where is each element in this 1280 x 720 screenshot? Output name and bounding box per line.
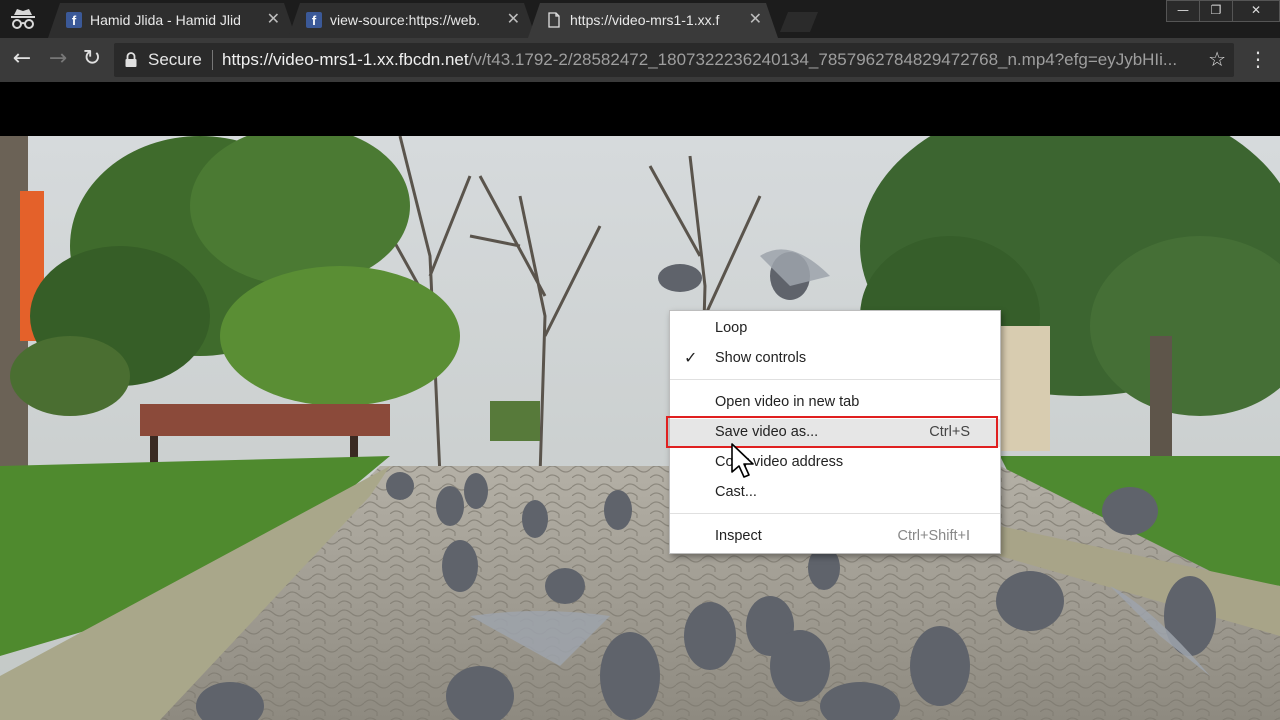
- menu-item-copy-video-address[interactable]: Copy video address: [670, 449, 1000, 477]
- close-window-icon[interactable]: ✕: [1232, 0, 1280, 22]
- restore-icon[interactable]: ❐: [1199, 0, 1233, 22]
- back-arrow-icon[interactable]: ←: [8, 46, 36, 74]
- address-separator: [212, 50, 213, 70]
- document-icon: [548, 12, 560, 28]
- menu-item-shortcut: Ctrl+S: [929, 424, 970, 440]
- tab-view-source[interactable]: f view-source:https://web. ✕: [288, 3, 536, 38]
- menu-item-label: Cast...: [715, 484, 757, 500]
- forward-arrow-icon[interactable]: →: [44, 46, 72, 74]
- menu-divider: [670, 513, 1000, 514]
- close-tab-icon[interactable]: ✕: [749, 11, 762, 27]
- minimize-icon[interactable]: —: [1166, 0, 1200, 22]
- menu-item-loop[interactable]: Loop: [670, 315, 1000, 343]
- tab-hamid-jlida[interactable]: f Hamid Jlida - Hamid Jlid ✕: [48, 3, 296, 38]
- lock-icon: [125, 52, 137, 67]
- bookmark-star-icon[interactable]: ☆: [1208, 47, 1226, 71]
- address-bar[interactable]: Secure https://video-mrs1-1.xx.fbcdn.net…: [114, 43, 1234, 77]
- tab-video-active[interactable]: https://video-mrs1-1.xx.f ✕: [528, 3, 778, 38]
- url-host: https://video-mrs1-1.xx.fbcdn.net: [222, 50, 469, 69]
- menu-item-inspect[interactable]: Inspect Ctrl+Shift+I: [670, 523, 1000, 551]
- facebook-icon: f: [66, 12, 82, 28]
- context-menu: Loop ✓ Show controls Open video in new t…: [666, 310, 1001, 554]
- window-controls: — ❐ ✕: [1166, 0, 1280, 22]
- security-label: Secure: [148, 50, 202, 69]
- menu-item-open-video-new-tab[interactable]: Open video in new tab: [670, 389, 1000, 417]
- menu-item-label: Open video in new tab: [715, 394, 860, 410]
- incognito-icon: [11, 9, 35, 29]
- menu-item-save-video-as[interactable]: Save video as... Ctrl+S: [666, 416, 1000, 448]
- tab-title: https://video-mrs1-1.xx.f: [570, 12, 720, 28]
- url-text: https://video-mrs1-1.xx.fbcdn.net/v/t43.…: [222, 50, 1182, 70]
- more-menu-icon[interactable]: ⋮: [1248, 46, 1268, 72]
- tab-title: view-source:https://web.: [330, 12, 481, 28]
- menu-item-label: Show controls: [715, 350, 807, 366]
- menu-item-label: Inspect: [715, 528, 762, 544]
- video-player[interactable]: [0, 136, 1280, 720]
- checkmark-icon: ✓: [684, 348, 698, 367]
- facebook-icon: f: [306, 12, 322, 28]
- browser-toolbar: ← → ↻ Secure https://video-mrs1-1.xx.fbc…: [0, 38, 1280, 82]
- new-tab-button[interactable]: [780, 12, 818, 32]
- menu-item-label: Save video as...: [715, 424, 819, 440]
- mouse-pointer-icon: [731, 443, 754, 478]
- park-video-frame: [0, 136, 1280, 720]
- menu-item-show-controls[interactable]: ✓ Show controls: [670, 345, 1000, 373]
- video-letterbox: [0, 82, 1280, 136]
- tab-strip: f Hamid Jlida - Hamid Jlid ✕ f view-sour…: [0, 0, 1280, 38]
- tab-title: Hamid Jlida - Hamid Jlid: [90, 12, 241, 28]
- close-tab-icon[interactable]: ✕: [267, 11, 280, 27]
- menu-item-label: Loop: [715, 320, 748, 336]
- close-tab-icon[interactable]: ✕: [507, 11, 520, 27]
- url-path: /v/t43.1792-2/28582472_1807322236240134_…: [468, 50, 1178, 69]
- menu-divider: [670, 379, 1000, 380]
- reload-icon[interactable]: ↻: [78, 46, 106, 74]
- menu-item-shortcut: Ctrl+Shift+I: [897, 528, 970, 544]
- menu-item-cast[interactable]: Cast...: [670, 479, 1000, 507]
